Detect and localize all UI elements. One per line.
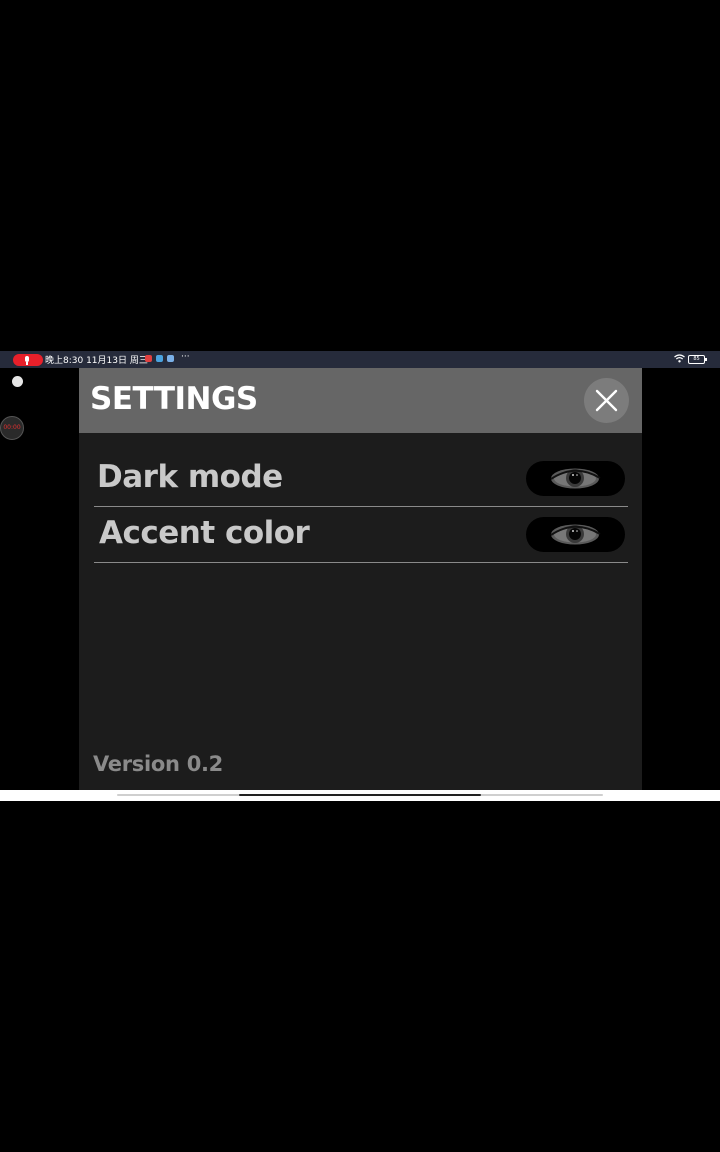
eye-icon bbox=[550, 524, 601, 545]
home-indicator[interactable] bbox=[239, 794, 481, 796]
notification-app-icon bbox=[156, 355, 163, 362]
setting-label-accent-color: Accent color bbox=[99, 515, 310, 551]
more-notifications-icon: ··· bbox=[181, 352, 190, 362]
eye-icon bbox=[550, 468, 601, 489]
recording-timer-bubble[interactable]: 00:00 bbox=[0, 416, 24, 440]
notification-app-icon bbox=[167, 355, 174, 362]
settings-dialog: SETTINGS Dark mode Accent color Version … bbox=[79, 368, 642, 790]
notification-app-icon bbox=[145, 355, 152, 362]
close-icon bbox=[595, 389, 618, 412]
wifi-icon bbox=[674, 354, 685, 363]
battery-icon: 85 bbox=[688, 355, 707, 364]
system-status-bar: 晚上8:30 11月13日 周三 ··· 85 bbox=[0, 351, 720, 368]
dark-mode-toggle[interactable] bbox=[526, 461, 625, 496]
gesture-bar-area bbox=[0, 790, 720, 801]
setting-row-accent-color: Accent color bbox=[94, 507, 628, 563]
close-button[interactable] bbox=[584, 378, 629, 423]
setting-row-dark-mode: Dark mode bbox=[94, 451, 628, 507]
page-title: SETTINGS bbox=[90, 381, 258, 417]
setting-label-dark-mode: Dark mode bbox=[97, 459, 283, 495]
accent-color-toggle[interactable] bbox=[526, 517, 625, 552]
floating-assist-dot[interactable] bbox=[12, 376, 23, 387]
settings-header: SETTINGS bbox=[79, 368, 642, 433]
screen-record-indicator[interactable] bbox=[13, 354, 43, 366]
status-time: 晚上8:30 11月13日 周三 bbox=[45, 356, 148, 366]
row-divider bbox=[94, 562, 628, 563]
version-label: Version 0.2 bbox=[93, 752, 223, 776]
